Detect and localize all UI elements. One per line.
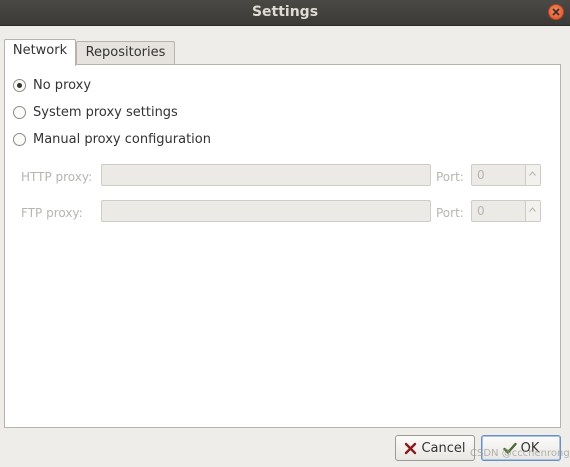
cancel-button[interactable]: Cancel: [395, 435, 475, 461]
http-proxy-input[interactable]: [101, 164, 431, 186]
cancel-x-icon: [404, 442, 417, 455]
manual-proxy-radio[interactable]: [13, 132, 26, 146]
http-port-spin-button[interactable]: [525, 165, 540, 185]
system-proxy-radio[interactable]: [13, 105, 26, 119]
ftp-port-label: Port:: [436, 206, 464, 220]
title-bar: Settings: [0, 0, 570, 26]
no-proxy-radio[interactable]: [13, 78, 26, 92]
http-port-label: Port:: [436, 170, 464, 184]
watermark: CSDN @ccchenrong: [470, 448, 570, 459]
tab-repositories[interactable]: Repositories: [76, 41, 175, 64]
manual-proxy-option[interactable]: Manual proxy configuration: [13, 130, 211, 148]
ftp-proxy-input[interactable]: [101, 200, 431, 222]
http-port-value: 0: [477, 168, 485, 182]
ftp-proxy-label: FTP proxy:: [21, 206, 83, 220]
close-window-button[interactable]: [548, 4, 564, 20]
close-icon: [552, 8, 560, 16]
cancel-button-label: Cancel: [421, 440, 466, 456]
spin-up-icon: [529, 171, 536, 176]
window-title: Settings: [251, 4, 319, 20]
manual-proxy-label: Manual proxy configuration: [33, 131, 211, 147]
ftp-port-spinbox[interactable]: 0: [471, 200, 541, 222]
tab-network[interactable]: Network: [4, 39, 76, 66]
tab-repositories-label: Repositories: [85, 45, 166, 60]
no-proxy-label: No proxy: [33, 77, 92, 93]
network-panel: No proxy System proxy settings Manual pr…: [4, 64, 561, 428]
http-proxy-label: HTTP proxy:: [21, 170, 93, 184]
ftp-port-value: 0: [477, 204, 485, 218]
ftp-port-spin-button[interactable]: [525, 201, 540, 221]
system-proxy-option[interactable]: System proxy settings: [13, 103, 178, 121]
http-port-spinbox[interactable]: 0: [471, 164, 541, 186]
no-proxy-option[interactable]: No proxy: [13, 76, 91, 94]
spin-up-icon: [529, 207, 536, 212]
system-proxy-label: System proxy settings: [33, 104, 178, 120]
tab-network-label: Network: [12, 43, 68, 58]
